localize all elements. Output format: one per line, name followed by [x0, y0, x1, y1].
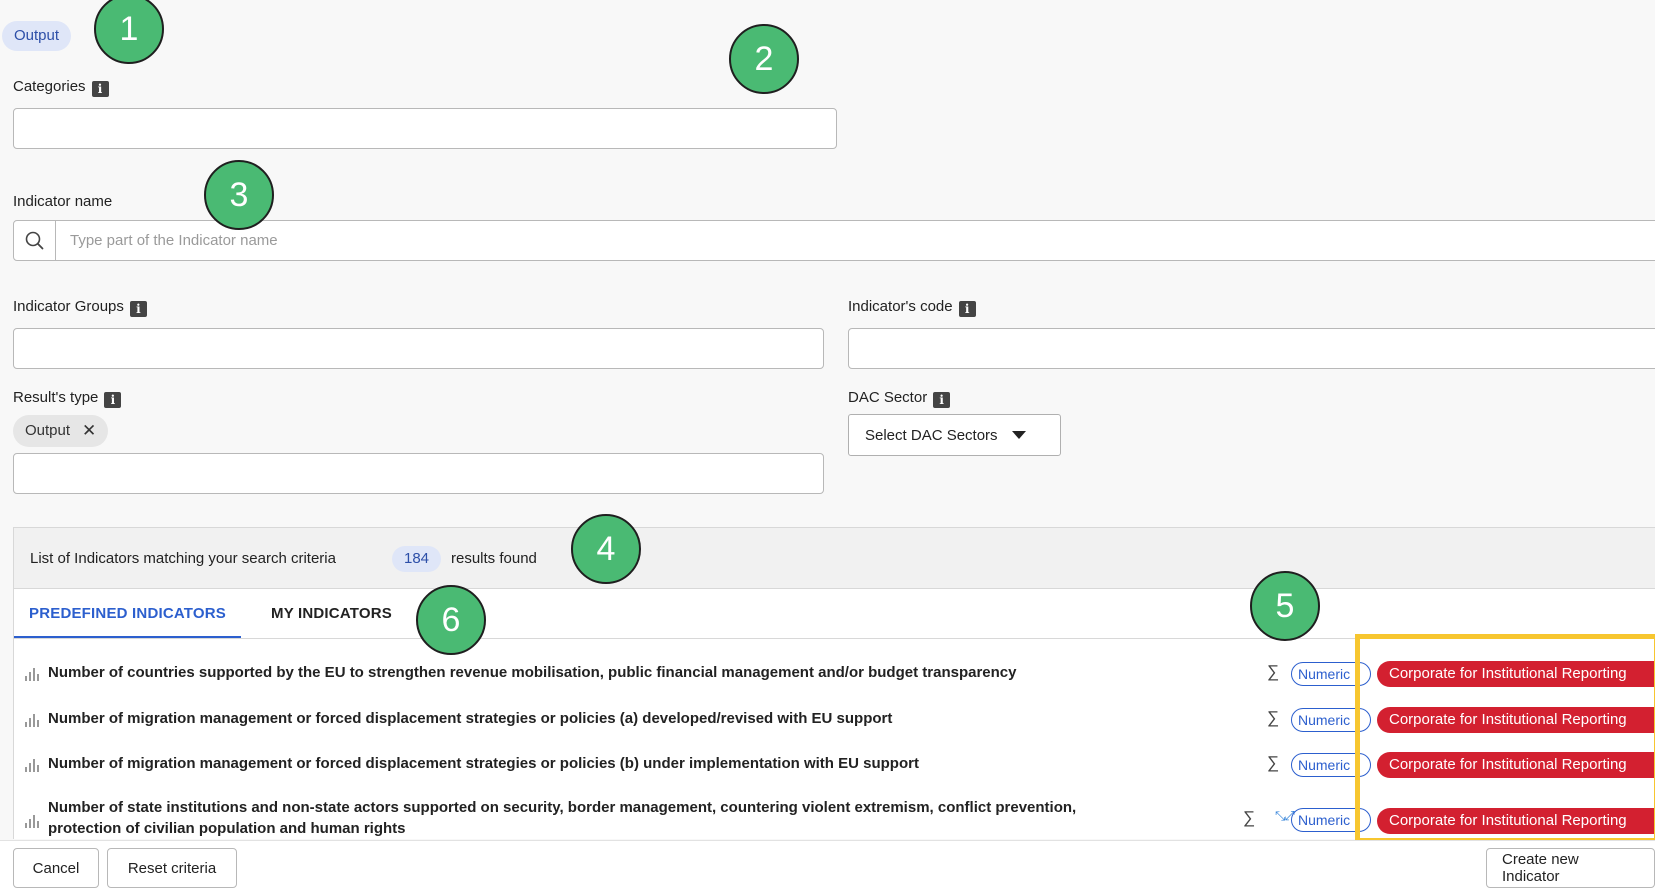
sum-icon: ∑: [1267, 662, 1280, 681]
cancel-button[interactable]: Cancel: [13, 848, 99, 888]
marker-1: 1: [94, 0, 164, 64]
indicator-code-input[interactable]: [848, 328, 1655, 369]
reset-criteria-button[interactable]: Reset criteria: [107, 848, 237, 888]
bar-chart-icon: [24, 667, 40, 681]
categories-label-text: Categories: [13, 78, 86, 95]
corporate-badges-highlight: [1355, 634, 1655, 843]
search-input[interactable]: [68, 221, 1568, 260]
remove-chip-icon[interactable]: ✕: [82, 415, 96, 447]
caret-down-icon: [1011, 431, 1026, 439]
search-icon[interactable]: [14, 221, 56, 260]
marker-4: 4: [571, 514, 641, 584]
results-count-badge: 184: [392, 546, 442, 572]
result-type-chip: Output: [2, 21, 72, 51]
results-prefix: List of Indicators matching your search …: [30, 550, 336, 567]
categories-label: Categories i: [13, 77, 109, 97]
sum-icon: ∑: [1267, 753, 1280, 772]
info-icon[interactable]: i: [129, 301, 147, 317]
indicator-title-line2: protection of civilian population and hu…: [48, 820, 406, 837]
sum-icon: ∑: [1243, 808, 1256, 827]
info-icon[interactable]: i: [104, 392, 122, 408]
categories-input[interactable]: [13, 108, 837, 149]
results-type-input[interactable]: [13, 453, 824, 494]
indicator-title[interactable]: Number of migration management or forced…: [48, 708, 892, 729]
create-new-indicator-button[interactable]: Create new Indicator: [1486, 848, 1655, 888]
indicator-code-label: Indicator's code i: [848, 297, 976, 317]
results-type-label-text: Result's type: [13, 389, 99, 406]
dac-sector-label-text: DAC Sector: [848, 389, 928, 406]
bar-chart-icon: [24, 713, 40, 727]
chip-label: Output: [25, 422, 71, 439]
indicator-groups-input[interactable]: [13, 328, 824, 369]
selected-result-type-chip: Output ✕: [13, 415, 109, 447]
indicator-title[interactable]: Number of migration management or forced…: [48, 753, 919, 774]
marker-2: 2: [729, 24, 799, 94]
indicator-groups-label: Indicator Groups i: [13, 297, 147, 317]
marker-3: 3: [204, 160, 274, 230]
bar-chart-icon: [24, 758, 40, 772]
indicator-name-label: Indicator name: [13, 193, 113, 210]
form-area: Output Categories i Indicator name Indica…: [0, 0, 1655, 843]
indicator-name-search[interactable]: [13, 220, 1655, 261]
dac-button-label: Select DAC Sectors: [865, 426, 998, 444]
info-icon[interactable]: i: [958, 301, 976, 317]
results-header: List of Indicators matching your search …: [14, 528, 1655, 589]
indicator-groups-label-text: Indicator Groups: [13, 298, 124, 315]
tab-my-indicators[interactable]: MY INDICATORS: [256, 589, 407, 639]
results-suffix: results found: [451, 550, 537, 567]
sum-icon: ∑: [1267, 708, 1280, 727]
bar-chart-icon: [24, 814, 40, 828]
footer-bar: Cancel Reset criteria Create new Indicat…: [0, 840, 1655, 894]
select-dac-sectors-button[interactable]: Select DAC Sectors: [848, 414, 1061, 456]
indicator-code-label-text: Indicator's code: [848, 298, 953, 315]
info-icon[interactable]: i: [91, 81, 109, 97]
dac-sector-label: DAC Sector i: [848, 388, 951, 408]
marker-5: 5: [1250, 571, 1320, 641]
tab-predefined-indicators[interactable]: PREDEFINED INDICATORS: [14, 589, 241, 639]
marker-6: 6: [416, 585, 486, 655]
info-icon[interactable]: i: [933, 392, 951, 408]
indicator-title[interactable]: Number of countries supported by the EU …: [48, 662, 1016, 683]
indicator-title[interactable]: Number of state institutions and non-sta…: [48, 797, 1076, 818]
results-type-label: Result's type i: [13, 388, 122, 408]
